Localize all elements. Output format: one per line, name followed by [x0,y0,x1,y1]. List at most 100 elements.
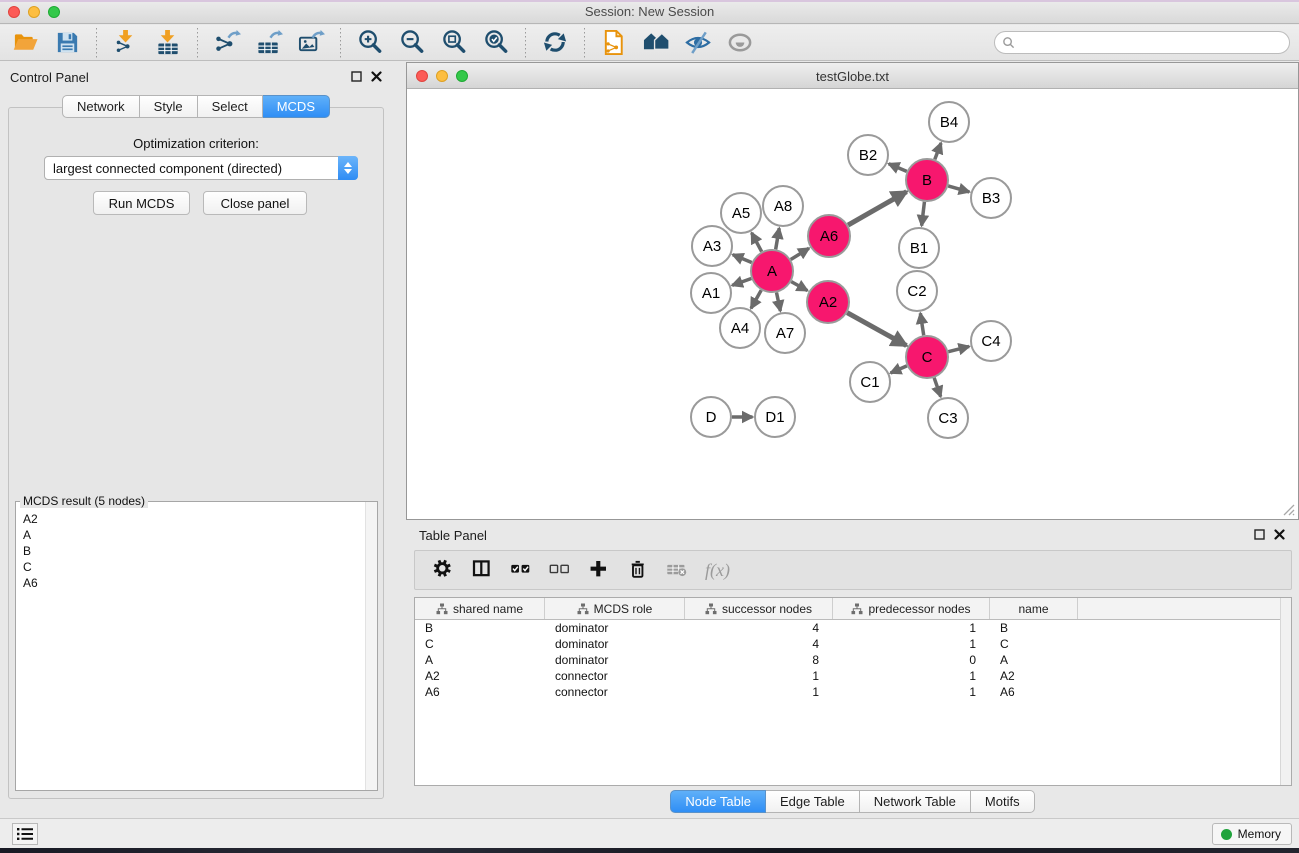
check-pair-button[interactable] [510,558,534,582]
node-C4[interactable]: C4 [971,321,1011,361]
optimization-criterion-select[interactable]: largest connected component (directed) [44,156,358,180]
zoom-fit-button[interactable] [439,28,469,58]
import-table-button[interactable] [153,28,183,58]
export-table-button[interactable] [254,28,284,58]
edge-A-A5[interactable] [752,233,762,252]
edge-C-C1[interactable] [891,366,907,373]
plus-button[interactable] [588,558,612,582]
node-A1[interactable]: A1 [691,273,731,313]
node-C3[interactable]: C3 [928,398,968,438]
node-B1[interactable]: B1 [899,228,939,268]
column-header-name[interactable]: name [990,598,1078,619]
export-image-button[interactable] [296,28,326,58]
node-A5[interactable]: A5 [721,193,761,233]
function-builder-button[interactable]: f(x) [705,560,730,581]
column-header-successor-nodes[interactable]: successor nodes [685,598,833,619]
edge-A-A1[interactable] [732,278,751,285]
tab-edge-table[interactable]: Edge Table [766,790,860,813]
edge-A-A2[interactable] [791,282,807,291]
edge-A6-B[interactable] [848,192,906,225]
show-eye-button[interactable] [725,28,755,58]
table-row[interactable]: Bdominator41B [415,620,1291,636]
search-input[interactable] [1015,36,1289,50]
node-A4[interactable]: A4 [720,308,760,348]
task-history-button[interactable] [12,823,38,845]
tab-style[interactable]: Style [140,95,198,118]
table-row[interactable]: A6connector11A6 [415,684,1291,700]
node-B3[interactable]: B3 [971,178,1011,218]
tab-select[interactable]: Select [198,95,263,118]
uncheck-pair-button[interactable] [549,558,573,582]
edge-B-B1[interactable] [922,202,925,226]
delete-table-button[interactable] [666,558,690,582]
search-box[interactable] [994,31,1290,54]
edge-A2-C[interactable] [847,313,906,346]
node-D1[interactable]: D1 [755,397,795,437]
import-network-button[interactable] [111,28,141,58]
close-table-panel-icon[interactable] [1274,529,1285,540]
column-header-MCDS-role[interactable]: MCDS role [545,598,685,619]
column-header-shared-name[interactable]: shared name [415,598,545,619]
node-A2[interactable]: A2 [807,281,849,323]
node-B4[interactable]: B4 [929,102,969,142]
memory-button[interactable]: Memory [1212,823,1292,845]
node-A3[interactable]: A3 [692,226,732,266]
tab-node-table[interactable]: Node Table [670,790,766,813]
edge-C-C3[interactable] [934,378,941,397]
edge-B-B4[interactable] [935,143,941,159]
home-button[interactable] [641,28,671,58]
export-network-button[interactable] [212,28,242,58]
node-A[interactable]: A [751,250,793,292]
table-cell: 0 [833,652,990,668]
node-B[interactable]: B [906,159,948,201]
tab-network[interactable]: Network [62,95,140,118]
tab-mcds[interactable]: MCDS [263,95,330,118]
network-graph[interactable]: B4 B2 B B3 A8A5 A6 A3 B1 A C2 A1 A2 A4A7 C4 C C1 C3 D D1 [407,89,1298,519]
node-D[interactable]: D [691,397,731,437]
new-network-from-selection-button[interactable] [599,28,629,58]
close-panel-button[interactable]: Close panel [203,191,307,215]
table-row[interactable]: A2connector11A2 [415,668,1291,684]
node-B2[interactable]: B2 [848,135,888,175]
node-C2[interactable]: C2 [897,271,937,311]
edge-C-C2[interactable] [920,313,923,335]
trash-button[interactable] [627,558,651,582]
edge-B-B2[interactable] [889,164,907,172]
open-folder-button[interactable] [10,28,40,58]
close-panel-icon[interactable] [371,71,382,82]
edge-A-A7[interactable] [777,293,781,311]
float-panel-icon[interactable] [351,71,362,82]
network-window-titlebar[interactable]: testGlobe.txt [407,63,1298,89]
tab-network-table[interactable]: Network Table [860,790,971,813]
refresh-button[interactable] [540,28,570,58]
edge-A-A4[interactable] [751,290,761,308]
tab-motifs[interactable]: Motifs [971,790,1035,813]
edge-C-C4[interactable] [948,346,969,351]
gear-button[interactable] [432,558,456,582]
column-header-predecessor-nodes[interactable]: predecessor nodes [833,598,990,619]
edge-A-A6[interactable] [791,248,809,259]
network-canvas[interactable]: B4 B2 B B3 A8A5 A6 A3 B1 A C2 A1 A2 A4A7 C4 C C1 C3 D D1 [407,89,1298,519]
table-row[interactable]: Cdominator41C [415,636,1291,652]
titlebar-accent-line [0,0,1299,2]
edge-B-B3[interactable] [948,186,969,192]
node-A7[interactable]: A7 [765,313,805,353]
resize-grip-icon[interactable] [1282,503,1296,517]
node-A6[interactable]: A6 [808,215,850,257]
run-mcds-button[interactable]: Run MCDS [93,191,190,215]
zoom-in-button[interactable] [355,28,385,58]
edge-A-A8[interactable] [776,228,780,249]
zoom-selected-button[interactable] [481,28,511,58]
hide-glasses-button[interactable] [683,28,713,58]
split-columns-button[interactable] [471,558,495,582]
edge-A-A3[interactable] [733,255,752,263]
zoom-out-button[interactable] [397,28,427,58]
save-session-button[interactable] [52,28,82,58]
table-row[interactable]: Adominator80A [415,652,1291,668]
node-C1[interactable]: C1 [850,362,890,402]
node-A8[interactable]: A8 [763,186,803,226]
mcds-result-scrollbar[interactable] [365,502,377,790]
node-C[interactable]: C [906,336,948,378]
table-scrollbar[interactable] [1280,598,1291,785]
float-table-panel-icon[interactable] [1254,529,1265,540]
